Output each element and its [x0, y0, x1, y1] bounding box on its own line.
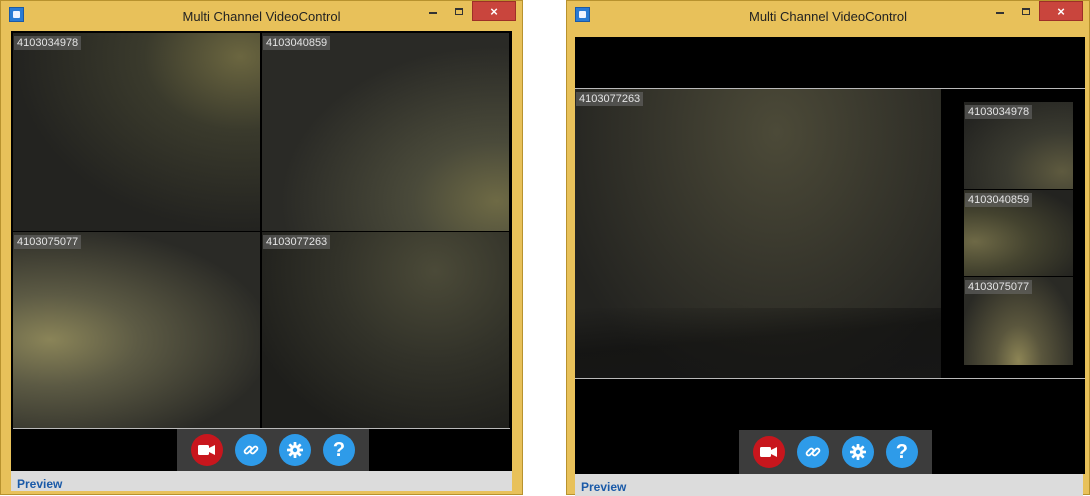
camera-id-label: 4103034978 [14, 36, 82, 50]
maximize-icon [1022, 7, 1030, 15]
minimize-icon [429, 12, 437, 14]
control-toolbar: ? [739, 430, 932, 474]
settings-button[interactable] [841, 436, 874, 468]
video-area: 4103077263 4103034978 4103040859 4103075… [575, 37, 1085, 474]
camera-id-label: 4103075077 [14, 235, 82, 249]
title-bar[interactable]: Multi Channel VideoControl × [1, 1, 522, 31]
help-button[interactable]: ? [323, 434, 355, 466]
video-camera-icon [760, 447, 778, 457]
camera-id-label: 4103034978 [965, 105, 1033, 119]
gear-icon [849, 444, 866, 460]
settings-button[interactable] [279, 434, 311, 466]
minimize-button[interactable] [987, 1, 1013, 21]
close-button[interactable]: × [1039, 1, 1083, 21]
camera-id-label: 4103077263 [576, 92, 644, 106]
gear-icon [287, 442, 303, 458]
status-text: Preview [581, 480, 627, 494]
camera-id-label: 4103040859 [263, 36, 331, 50]
maximize-button[interactable] [446, 1, 472, 21]
question-mark-icon: ? [332, 438, 346, 461]
link-icon [806, 447, 821, 457]
record-button[interactable] [753, 436, 786, 468]
minimize-button[interactable] [420, 1, 446, 21]
shadow-band [575, 308, 941, 378]
status-text: Preview [17, 477, 63, 491]
window-focus: Multi Channel VideoControl × 4103077263 … [566, 0, 1090, 496]
camera-id-label: 4103077263 [263, 235, 331, 249]
video-feed[interactable]: 4103077263 [262, 232, 509, 428]
maximize-button[interactable] [1013, 1, 1039, 21]
video-feed[interactable]: 4103034978 [13, 33, 260, 231]
side-video-feed[interactable]: 4103034978 [964, 102, 1073, 189]
question-mark-icon: ? [895, 440, 908, 463]
link-button[interactable] [797, 436, 830, 468]
close-button[interactable]: × [472, 1, 516, 21]
side-video-feed[interactable]: 4103040859 [964, 190, 1073, 276]
status-bar: Preview [11, 471, 512, 491]
link-button[interactable] [235, 434, 267, 466]
minimize-icon [996, 12, 1004, 14]
link-icon [243, 445, 259, 455]
title-bar[interactable]: Multi Channel VideoControl × [567, 1, 1089, 31]
record-button[interactable] [191, 434, 223, 466]
video-camera-icon [198, 445, 215, 455]
camera-id-label: 4103040859 [965, 193, 1033, 207]
main-video-feed[interactable]: 4103077263 [575, 89, 941, 378]
window-grid: Multi Channel VideoControl × 4103034978 … [0, 0, 523, 495]
camera-id-label: 4103075077 [965, 280, 1033, 294]
status-bar: Preview [575, 474, 1083, 496]
maximize-icon [455, 7, 463, 15]
video-feed[interactable]: 4103075077 [13, 232, 260, 428]
video-area: 4103034978 4103040859 4103075077 4103077… [11, 31, 512, 471]
side-video-feed[interactable]: 4103075077 [964, 277, 1073, 365]
help-button[interactable]: ? [885, 436, 918, 468]
bottom-divider [575, 378, 1085, 379]
control-toolbar: ? [177, 429, 369, 471]
video-feed[interactable]: 4103040859 [262, 33, 509, 231]
